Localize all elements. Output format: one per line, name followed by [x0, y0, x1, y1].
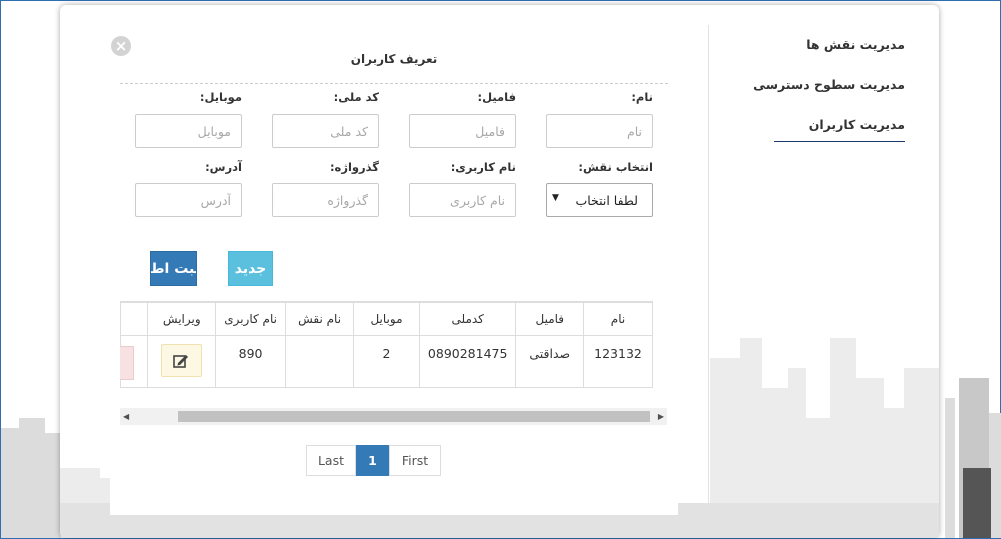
sidebar-item-roles[interactable]: مدیریت نقش ها	[806, 37, 905, 52]
delete-button-edge[interactable]	[120, 346, 134, 380]
first-name-input[interactable]	[546, 114, 653, 148]
sidebar-item-access-levels[interactable]: مدیریت سطوح دسترسی	[753, 77, 905, 92]
table-row: 123132 صداقتی 0890281475 2 890	[120, 335, 653, 388]
save-button[interactable]: ثبت اطلاعات	[150, 251, 197, 286]
scroll-left-icon[interactable]: ◀	[123, 412, 129, 421]
role-select-value: لطفا انتخاب	[575, 193, 638, 208]
header-mobile: موبایل	[353, 302, 420, 336]
cell-role	[285, 335, 355, 388]
national-code-input[interactable]	[272, 114, 379, 148]
scroll-thumb[interactable]	[178, 411, 650, 422]
first-name-label: نام:	[631, 90, 653, 104]
users-table: نام فامیل کدملی موبایل نام نقش نام کاربر…	[120, 302, 653, 388]
cell-edit	[147, 335, 217, 388]
page-first-button[interactable]: First	[389, 445, 441, 476]
pagination: Last 1 First	[306, 445, 441, 476]
mobile-input[interactable]	[135, 114, 242, 148]
save-button-label: ثبت اطلاعات	[151, 261, 196, 277]
username-input[interactable]	[409, 183, 516, 217]
cell-family: صداقتی	[515, 335, 585, 388]
header-username: نام کاربری	[215, 302, 287, 336]
caret-down-icon: ▼	[552, 193, 559, 203]
last-name-label: فامیل:	[477, 90, 516, 104]
table-header-row: نام فامیل کدملی موبایل نام نقش نام کاربر…	[120, 302, 653, 336]
header-family: فامیل	[515, 302, 585, 336]
role-select[interactable]: لطفا انتخاب ▼	[546, 183, 653, 217]
national-code-label: کد ملی:	[333, 90, 379, 104]
table-horizontal-scrollbar[interactable]: ◀ ▶	[120, 408, 667, 425]
username-label: نام کاربری:	[450, 160, 516, 174]
edit-icon	[173, 355, 189, 368]
dialog-title: تعریف کاربران	[350, 52, 438, 66]
sidebar-item-users[interactable]: مدیریت کاربران	[774, 117, 905, 142]
header-edit: ویرایش	[147, 302, 217, 336]
edit-button[interactable]	[161, 344, 203, 377]
user-definition-dialog: × تعریف کاربران نام: فامیل: کد ملی: موبا…	[110, 35, 678, 515]
role-select-label: انتخاب نقش:	[578, 160, 653, 174]
last-name-input[interactable]	[409, 114, 516, 148]
header-role: نام نقش	[285, 302, 355, 336]
page-last-button[interactable]: Last	[306, 445, 356, 476]
address-label: آدرس:	[205, 160, 242, 174]
cell-mobile: 2	[353, 335, 420, 388]
scroll-right-icon[interactable]: ▶	[658, 412, 664, 421]
cell-name: 123132	[583, 335, 653, 388]
header-national-code: کدملی	[418, 302, 517, 336]
title-divider	[120, 83, 668, 84]
header-delete	[120, 302, 149, 336]
main-card: مدیریت نقش ها مدیریت سطوح دسترسی مدیریت …	[60, 5, 939, 538]
mobile-label: موبایل:	[199, 90, 242, 104]
password-label: گذرواژه:	[329, 160, 379, 174]
new-button[interactable]: جدید	[228, 251, 273, 286]
password-input[interactable]	[272, 183, 379, 217]
page-current-button[interactable]: 1	[356, 445, 389, 476]
address-input[interactable]	[135, 183, 242, 217]
header-name: نام	[583, 302, 653, 336]
cell-national-code: 0890281475	[418, 335, 517, 388]
cell-username: 890	[215, 335, 287, 388]
users-table-container: نام فامیل کدملی موبایل نام نقش نام کاربر…	[120, 301, 653, 389]
sidebar: مدیریت نقش ها مدیریت سطوح دسترسی مدیریت …	[708, 25, 939, 538]
